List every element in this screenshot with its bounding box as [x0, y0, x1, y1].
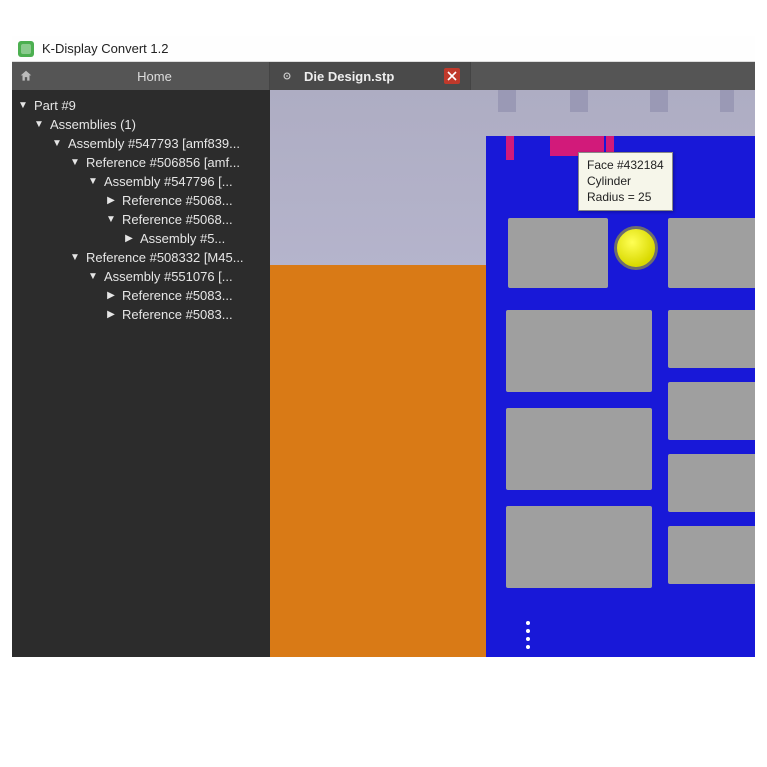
- chevron-right-icon[interactable]: ▶: [106, 309, 116, 320]
- face-tooltip: Face #432184 Cylinder Radius = 25: [578, 152, 673, 211]
- tree-row-label: Assembly #551076 [...: [104, 269, 233, 284]
- chevron-right-icon[interactable]: ▶: [106, 195, 116, 206]
- chevron-down-icon[interactable]: ▼: [52, 138, 62, 149]
- target-icon: [280, 69, 294, 83]
- chevron-down-icon[interactable]: ▼: [88, 176, 98, 187]
- chevron-right-icon[interactable]: ▶: [106, 290, 116, 301]
- cad-pad: [668, 382, 755, 440]
- cad-pad: [506, 408, 652, 490]
- chevron-down-icon[interactable]: ▼: [106, 214, 116, 225]
- cad-pad: [506, 506, 652, 588]
- chevron-down-icon[interactable]: ▼: [70, 157, 80, 168]
- toolbar: Home Die Design.stp: [12, 62, 755, 90]
- cad-yellow-cylinder: [614, 226, 658, 270]
- tree-row-label: Reference #508332 [M45...: [86, 250, 244, 265]
- cad-pad: [668, 454, 755, 512]
- chevron-down-icon[interactable]: ▼: [88, 271, 98, 282]
- tree-row-label: Reference #5068...: [122, 193, 233, 208]
- home-tab[interactable]: Home: [40, 62, 269, 90]
- tree-row[interactable]: ▼ Reference #5068...: [12, 210, 270, 229]
- titlebar: K-Display Convert 1.2: [12, 36, 755, 62]
- cad-pad: [668, 218, 755, 288]
- cad-ridge: [720, 90, 734, 112]
- cad-ridge: [498, 90, 516, 112]
- cad-orange-block: [270, 265, 486, 657]
- tree-row[interactable]: ▶ Assembly #5...: [12, 229, 270, 248]
- body: ▼ Part #9 ▼ Assemblies (1) ▼ Assembly #547793…: [12, 90, 755, 657]
- tree-row-label: Reference #5083...: [122, 307, 233, 322]
- model-tree-panel[interactable]: ▼ Part #9 ▼ Assemblies (1) ▼ Assembly #547793…: [12, 90, 270, 657]
- close-tab-button[interactable]: [444, 68, 460, 84]
- tooltip-line: Cylinder: [587, 173, 664, 189]
- chevron-right-icon[interactable]: ▶: [124, 233, 134, 244]
- tree-row[interactable]: ▼ Assembly #547793 [amf839...: [12, 134, 270, 153]
- tree-row[interactable]: ▼ Reference #508332 [M45...: [12, 248, 270, 267]
- chevron-down-icon[interactable]: ▼: [34, 119, 44, 130]
- app-logo-icon: [18, 41, 34, 57]
- document-tabs: Die Design.stp: [270, 62, 755, 90]
- tree-row[interactable]: ▼ Assembly #551076 [...: [12, 267, 270, 286]
- app-window: K-Display Convert 1.2 Home Die Design.st…: [12, 36, 755, 657]
- tree-row[interactable]: ▶ Reference #5068...: [12, 191, 270, 210]
- app-title: K-Display Convert 1.2: [42, 41, 168, 56]
- tree-row-label: Assemblies (1): [50, 117, 136, 132]
- cad-pad: [508, 218, 608, 288]
- home-tab-label: Home: [137, 69, 172, 84]
- cad-pad: [668, 310, 755, 368]
- home-icon[interactable]: [12, 62, 40, 90]
- tooltip-line: Face #432184: [587, 157, 664, 173]
- tree-row-label: Assembly #5...: [140, 231, 225, 246]
- tree-row-label: Assembly #547796 [...: [104, 174, 233, 189]
- chevron-down-icon[interactable]: ▼: [70, 252, 80, 263]
- cad-ridge: [650, 90, 668, 112]
- tree-row[interactable]: ▶ Reference #5083...: [12, 286, 270, 305]
- tree-row[interactable]: ▼ Reference #506856 [amf...: [12, 153, 270, 172]
- tree-row-label: Reference #5068...: [122, 212, 233, 227]
- tree-row-label: Assembly #547793 [amf839...: [68, 136, 240, 151]
- tree-row[interactable]: ▶ Reference #5083...: [12, 305, 270, 324]
- tab-label: Die Design.stp: [304, 69, 394, 84]
- tooltip-line: Radius = 25: [587, 189, 664, 205]
- splitter-handle-icon[interactable]: [526, 621, 530, 649]
- cad-pad: [506, 310, 652, 392]
- cad-selected-mark: [506, 136, 514, 160]
- tree-row[interactable]: ▼ Part #9: [12, 96, 270, 115]
- tab-die-design[interactable]: Die Design.stp: [270, 62, 471, 90]
- tree-row-label: Part #9: [34, 98, 76, 113]
- close-icon: [447, 71, 457, 81]
- tree-row[interactable]: ▼ Assembly #547796 [...: [12, 172, 270, 191]
- cad-ridge: [570, 90, 588, 112]
- tree-row-label: Reference #506856 [amf...: [86, 155, 240, 170]
- tree-row-label: Reference #5083...: [122, 288, 233, 303]
- viewport-3d[interactable]: Face #432184 Cylinder Radius = 25: [270, 90, 755, 657]
- cad-pad: [668, 526, 755, 584]
- toolbar-left: Home: [12, 62, 270, 90]
- tree-row[interactable]: ▼ Assemblies (1): [12, 115, 270, 134]
- chevron-down-icon[interactable]: ▼: [18, 100, 28, 111]
